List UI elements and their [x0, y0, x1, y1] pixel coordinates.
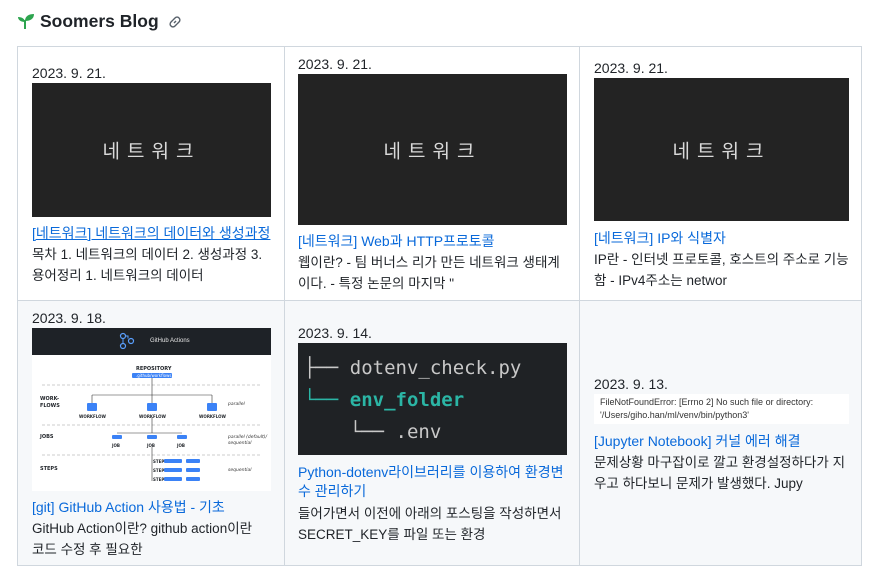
excerpt-line: SECRET_KEY를 파일 또는 환경 [298, 527, 486, 542]
excerpt-line: 우고 하다보니 문제가 발생했다. Jupy [594, 476, 803, 491]
post-grid: 2023. 9. 21. 네트워크 [네트워크] 네트워크의 데이터와 생성과정… [17, 46, 862, 566]
post-title[interactable]: [네트워크] IP와 식별자 [594, 229, 726, 248]
repository-label: REPOSITORY [136, 366, 172, 372]
title-line: 수 관리하기 [298, 483, 367, 499]
blog-header: Soomers Blog [16, 8, 183, 34]
post-excerpt: 목차 1. 네트워크의 데이터 2. 생성과정 3. 용어정리 1. 네트워크의… [32, 244, 262, 286]
row-label: FLOWS [40, 403, 60, 409]
job-label: JOB [177, 443, 185, 448]
excerpt-line: IP란 - 인터넷 프로토콜, 호스트의 주소로 기능 [594, 252, 849, 267]
post-title[interactable]: [Jupyter Notebook] 커널 에러 해결 [594, 432, 800, 451]
excerpt-line: 코드 수정 후 필요한 [32, 542, 143, 557]
step-label: STEP [153, 459, 165, 464]
code-line: ├── dotenv_check.py [304, 357, 522, 379]
post-excerpt: IP란 - 인터넷 프로토콜, 호스트의 주소로 기능 함 - IPv4주소는 … [594, 249, 849, 291]
post-date: 2023. 9. 18. [32, 310, 106, 326]
row-label: STEPS [40, 466, 58, 472]
post-thumbnail[interactable]: 네트워크 [298, 74, 567, 225]
event-label: .github/workflows [136, 373, 172, 378]
post-date: 2023. 9. 21. [298, 56, 372, 72]
thumbnail-text: 네트워크 [102, 140, 201, 163]
post-card[interactable]: 2023. 9. 21. 네트워크 [네트워크] IP와 식별자 IP란 - 인… [580, 47, 861, 300]
excerpt-line: 웹이란? - 팀 버너스 리가 만든 네트워크 생태계 [298, 255, 560, 270]
sprout-icon [18, 14, 34, 29]
diagram-note: sequential [228, 468, 252, 473]
post-card[interactable]: 2023. 9. 13. FileNotFoundError: [Errno 2… [580, 301, 861, 565]
post-card[interactable]: 2023. 9. 21. 네트워크 [네트워크] 네트워크의 데이터와 생성과정… [18, 47, 284, 300]
post-date: 2023. 9. 14. [298, 325, 372, 341]
job-label: JOB [147, 443, 155, 448]
row-label: JOBS [40, 434, 54, 440]
post-card[interactable]: 2023. 9. 14. ├── dotenv_check.py └── env… [285, 301, 579, 565]
post-thumbnail[interactable]: 네트워크 [32, 83, 271, 217]
post-title[interactable]: [네트워크] Web과 HTTP프로토콜 [298, 232, 495, 251]
diagram-note: parallel (default)/ [228, 435, 268, 440]
excerpt-line: 함 - IPv4주소는 networ [594, 273, 727, 288]
post-date: 2023. 9. 21. [32, 65, 106, 81]
post-excerpt: 들어가면서 이전에 아래의 포스팅을 작성하면서 SECRET_KEY를 파일 … [298, 503, 561, 545]
post-card[interactable]: 2023. 9. 18. GitHub Actions REPOSITORY .… [18, 301, 284, 565]
step-label: STEP [153, 468, 165, 473]
blog-title[interactable]: Soomers Blog [40, 11, 159, 32]
thumbnail-text: 네트워크 [672, 140, 771, 162]
post-excerpt: GitHub Action이란? github action이란 코드 수정 후… [32, 518, 252, 560]
excerpt-line: 목차 1. 네트워크의 데이터 2. 생성과정 3. [32, 247, 263, 262]
github-actions-icon [119, 332, 135, 350]
diagram-note: parallel [228, 402, 245, 407]
excerpt-line: 문제상황 마구잡이로 깔고 환경설정하다가 지 [594, 455, 845, 470]
workflow-label: WORKFLOW [199, 414, 226, 419]
title-line: Python-dotenv라이브러리를 이용하여 환경변 [298, 464, 564, 480]
thumbnail-text: 네트워크 [383, 140, 482, 162]
thumbnail-header-text: GitHub Actions [150, 338, 190, 344]
error-line: FileNotFoundError: [Errno 2] No such fil… [600, 397, 814, 407]
link-icon[interactable] [167, 14, 183, 30]
code-line: └── env_folder [304, 389, 465, 411]
post-title[interactable]: [git] GitHub Action 사용법 - 기초 [32, 498, 225, 517]
workflow-label: WORKFLOW [139, 414, 166, 419]
post-thumbnail[interactable]: GitHub Actions REPOSITORY .github/workfl… [32, 328, 271, 491]
thumbnail-header: GitHub Actions [32, 328, 271, 355]
excerpt-line: 용어정리 1. 네트워크의 데이터 [32, 268, 204, 283]
post-thumbnail[interactable]: FileNotFoundError: [Errno 2] No such fil… [594, 394, 849, 424]
excerpt-line: 들어가면서 이전에 아래의 포스팅을 작성하면서 [298, 506, 562, 521]
post-excerpt: 웹이란? - 팀 버너스 리가 만든 네트워크 생태계 이다. - 특정 논문의… [298, 252, 560, 294]
excerpt-line: 이다. - 특정 논문의 마지막 " [298, 276, 454, 291]
job-label: JOB [112, 443, 120, 448]
post-title[interactable]: [네트워크] 네트워크의 데이터와 생성과정 [32, 224, 270, 243]
post-thumbnail[interactable]: 네트워크 [594, 78, 849, 221]
row-label: WORK- [40, 396, 60, 402]
excerpt-line: GitHub Action이란? github action이란 [32, 521, 253, 536]
post-title[interactable]: Python-dotenv라이브러리를 이용하여 환경변 수 관리하기 [298, 463, 564, 501]
post-card[interactable]: 2023. 9. 21. 네트워크 [네트워크] Web과 HTTP프로토콜 웹… [285, 47, 579, 300]
post-date: 2023. 9. 21. [594, 60, 668, 76]
post-thumbnail[interactable]: ├── dotenv_check.py └── env_folder └── .… [298, 343, 567, 455]
error-line: '/Users/giho.han/ml/venv/bin/python3' [600, 410, 750, 420]
code-line: └── .env [304, 421, 442, 443]
step-label: STEP [153, 477, 165, 482]
post-date: 2023. 9. 13. [594, 376, 668, 392]
post-excerpt: 문제상황 마구잡이로 깔고 환경설정하다가 지 우고 하다보니 문제가 발생했다… [594, 452, 845, 494]
diagram-note: sequential [228, 441, 252, 446]
workflow-label: WORKFLOW [79, 414, 106, 419]
